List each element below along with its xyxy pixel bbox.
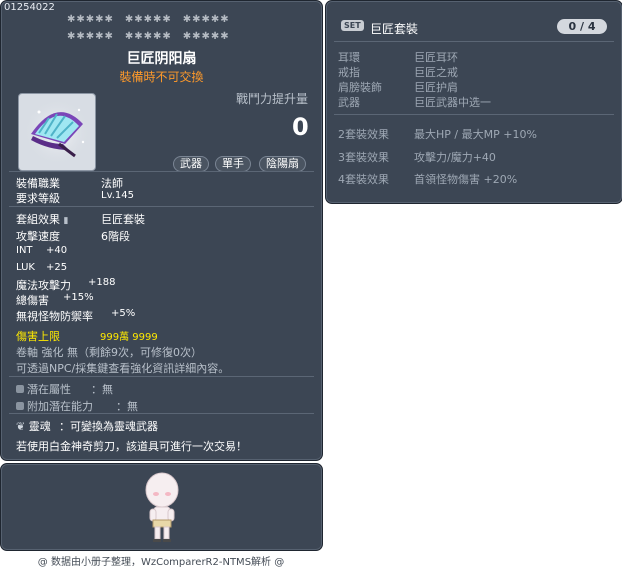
set-piece-slot: 耳環: [338, 51, 360, 64]
potential-icon: [16, 385, 24, 393]
damage-cap-label: 傷害上限: [16, 330, 60, 343]
req-job-label: 裝備職業: [16, 177, 60, 190]
separator: [9, 171, 314, 172]
set-piece-name: 巨匠耳环: [414, 51, 458, 64]
tag-type: 陰陽扇: [259, 156, 306, 172]
item-icon: [18, 93, 96, 171]
potential-row: 潛在屬性: [16, 381, 71, 397]
set-effect-value: 巨匠套裝: [101, 213, 145, 226]
avatar-panel: [0, 463, 323, 551]
set-effect-2-value: 最大HP / 最大MP +10%: [414, 128, 537, 141]
set-piece-slot: 戒指: [338, 66, 360, 79]
separator: [9, 376, 314, 377]
separator: [334, 114, 614, 115]
tag-hand: 單手: [215, 156, 251, 172]
attack-speed-label: 攻擊速度: [16, 230, 60, 243]
stat-dmg-value: +15%: [63, 292, 94, 303]
soul-row: ❦ 靈魂: [16, 418, 51, 434]
attack-speed-value: 6階段: [101, 230, 130, 243]
potential-label: 潛在屬性: [27, 383, 71, 396]
add-potential-icon: [16, 402, 24, 410]
npc-info: 可透過NPC/採集鍵查看強化資訊詳細內容。: [16, 362, 230, 375]
set-name: 巨匠套裝: [370, 22, 419, 36]
item-tooltip: 01254022 ✱✱✱✱✱ ✱✱✱✱✱ ✱✱✱✱✱ ✱✱✱✱✱ ✱✱✱✱✱ ✱…: [0, 0, 323, 461]
stat-luk-label: LUK: [16, 262, 35, 273]
set-counter: 0 / 4: [557, 19, 607, 34]
set-piece-name: 巨匠护肩: [414, 81, 458, 94]
soul-label: 靈魂: [28, 420, 51, 433]
set-piece-name: 巨匠武器中选一: [414, 96, 491, 109]
flame-icon: ❦: [16, 420, 26, 433]
add-potential-row: 附加潛在能力: [16, 398, 93, 414]
stat-int-value: +40: [46, 245, 68, 256]
trade-notice: 裝備時不可交換: [119, 70, 204, 84]
set-piece-name: 巨匠之戒: [414, 66, 458, 79]
req-level-label: 要求等級: [16, 192, 60, 205]
separator: [334, 41, 614, 42]
item-id: 01254022: [4, 2, 55, 13]
trade-info: 若使用白金神奇剪刀，該道具可進行一次交易！: [16, 440, 247, 453]
set-piece-slot: 肩膀裝飾: [338, 81, 382, 94]
req-job-value: 法師: [101, 177, 123, 190]
req-level-value: Lv.145: [101, 190, 134, 201]
stat-matk-label: 魔法攻擊力: [16, 279, 71, 292]
stat-matk-value: +188: [88, 277, 116, 288]
credits: @ 数据由小册子整理，WzComparerR2-NTMS解析 @: [37, 557, 285, 568]
item-name: 巨匠阴阳扇: [126, 51, 197, 67]
set-effect-4-label: 4套裝效果: [338, 173, 389, 186]
potential-value: ：無: [91, 383, 113, 396]
stat-dmg-label: 總傷害: [16, 294, 49, 307]
set-effect-2-label: 2套裝效果: [338, 128, 389, 141]
star-row-2: ✱✱✱✱✱ ✱✱✱✱✱ ✱✱✱✱✱: [67, 31, 230, 42]
fan-icon: [23, 98, 91, 166]
set-piece-slot: 武器: [338, 96, 360, 109]
combat-power-value: 0: [292, 113, 309, 141]
set-effect-label: 套組效果 ▮: [16, 211, 68, 227]
stat-luk-value: +25: [46, 262, 68, 273]
avatar: [145, 472, 179, 542]
stat-ied-label: 無視怪物防禦率: [16, 310, 93, 323]
lock-icon: ▮: [63, 216, 69, 226]
set-effect-4-value: 首領怪物傷害 +20%: [414, 173, 518, 186]
set-panel: SET 巨匠套裝 0 / 4 耳環 巨匠耳环 戒指 巨匠之戒 肩膀裝飾 巨匠护肩…: [325, 0, 622, 204]
set-badge: SET: [341, 20, 364, 31]
damage-cap-value: 999萬 9999: [100, 332, 158, 343]
tag-category: 武器: [173, 156, 209, 172]
set-effect-3-value: 攻擊力/魔力+40: [414, 151, 496, 164]
set-effect-3-label: 3套裝效果: [338, 151, 389, 164]
add-potential-label: 附加潛在能力: [27, 400, 93, 413]
soul-value: ：可變換為靈魂武器: [59, 420, 158, 433]
separator: [9, 413, 314, 414]
set-effect-label-text: 套組效果: [16, 213, 60, 226]
stat-ied-value: +5%: [111, 308, 136, 319]
separator: [9, 206, 314, 207]
add-potential-value: ：無: [116, 400, 138, 413]
scroll-info: 卷軸 強化 無（剩餘9次，可修復0次）: [16, 346, 202, 359]
star-row-1: ✱✱✱✱✱ ✱✱✱✱✱ ✱✱✱✱✱: [67, 14, 230, 25]
combat-power-label: 戰鬥力提升量: [236, 92, 309, 106]
stat-int-label: INT: [16, 245, 33, 256]
